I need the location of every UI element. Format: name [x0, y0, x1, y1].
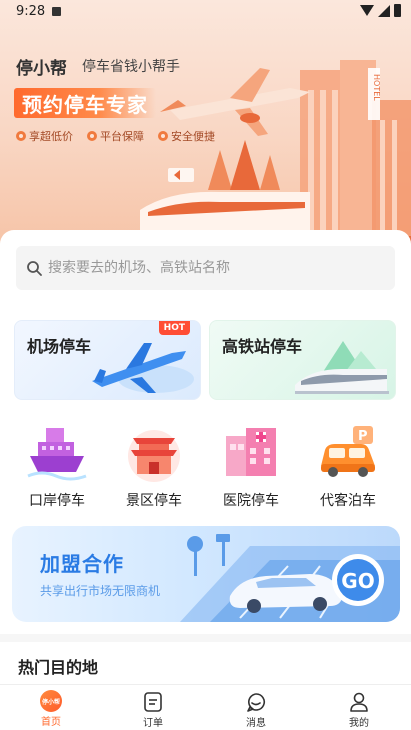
hot-badge: HOT — [158, 321, 190, 335]
shield-icon — [87, 131, 97, 141]
brand-name: 停小帮 — [16, 59, 67, 79]
travel-illustration: HOTEL — [140, 60, 411, 250]
join-subtitle: 共享出行市场无限商机 — [40, 584, 161, 598]
signal-icon — [378, 4, 390, 17]
rail-station-parking-card[interactable]: 高铁站停车 — [209, 320, 396, 400]
airplane-icon — [92, 343, 194, 393]
service-label: 代客泊车 — [320, 493, 376, 509]
tab-home[interactable]: 停小帮 首页 — [0, 685, 102, 730]
gate-icon — [128, 430, 180, 482]
message-icon — [247, 693, 265, 712]
service-label: 医院停车 — [223, 493, 279, 509]
feature-item: 平台保障 — [87, 128, 144, 144]
search-input[interactable] — [48, 256, 378, 280]
search-icon — [27, 261, 42, 276]
hotel-sign: HOTEL — [372, 74, 381, 101]
hot-destinations-section: 热门目的地 — [0, 634, 411, 684]
ship-icon — [27, 428, 87, 481]
search-card — [0, 230, 411, 304]
valet-car-icon: P — [321, 426, 375, 477]
service-port-parking[interactable]: 口岸停车 — [12, 422, 102, 512]
main-content: 机场停车 HOT 高铁站停车 口岸停车 景区停车 医院停车 P 代客泊车 加盟合… — [0, 304, 411, 634]
service-hospital-parking[interactable]: 医院停车 — [206, 422, 296, 512]
tab-label: 我的 — [349, 718, 369, 729]
airport-parking-card[interactable]: 机场停车 HOT — [14, 320, 201, 400]
hospital-icon — [226, 428, 276, 476]
tab-profile[interactable]: 我的 — [308, 685, 410, 730]
hero-banner: 9:28 停小帮 停车省钱小帮手 预约停车专家 享超低价 平台保障 安全便捷 H… — [0, 0, 411, 250]
tab-label: 消息 — [246, 718, 266, 729]
battery-icon — [394, 4, 401, 17]
join-partnership-banner[interactable]: 加盟合作 共享出行市场无限商机 GO — [12, 526, 400, 622]
status-bar: 9:28 — [0, 0, 411, 24]
hero-headline-text: 预约停车专家 — [22, 92, 148, 117]
service-label: 口岸停车 — [29, 493, 85, 509]
order-icon — [144, 692, 162, 712]
svg-text:P: P — [358, 429, 368, 444]
notification-icon — [52, 7, 61, 16]
home-logo-icon: 停小帮 — [40, 690, 62, 712]
section-title: 热门目的地 — [18, 658, 99, 677]
tab-orders[interactable]: 订单 — [102, 685, 204, 730]
tab-label: 首页 — [41, 717, 61, 728]
bottom-tab-bar: 停小帮 首页 订单 消息 我的 — [0, 684, 411, 730]
wifi-icon — [360, 5, 374, 16]
service-scenic-parking[interactable]: 景区停车 — [109, 422, 199, 512]
parking-lot-illustration: GO — [180, 534, 400, 622]
user-icon — [350, 692, 368, 712]
status-time: 9:28 — [16, 4, 46, 19]
hero-headline: 预约停车专家 — [14, 88, 156, 118]
train-icon — [295, 341, 389, 394]
tab-messages[interactable]: 消息 — [205, 685, 307, 730]
join-title: 加盟合作 — [40, 552, 124, 576]
service-icon-row: 口岸停车 景区停车 医院停车 P 代客泊车 — [0, 422, 411, 512]
go-button-label: GO — [341, 569, 374, 593]
feature-item: 享超低价 — [16, 128, 73, 144]
service-label: 景区停车 — [126, 493, 182, 509]
service-valet-parking[interactable]: P 代客泊车 — [303, 422, 393, 512]
tab-label: 订单 — [143, 718, 163, 729]
rail-station-parking-title: 高铁站停车 — [222, 337, 303, 356]
airport-parking-title: 机场停车 — [27, 337, 92, 356]
shield-icon — [16, 131, 26, 141]
